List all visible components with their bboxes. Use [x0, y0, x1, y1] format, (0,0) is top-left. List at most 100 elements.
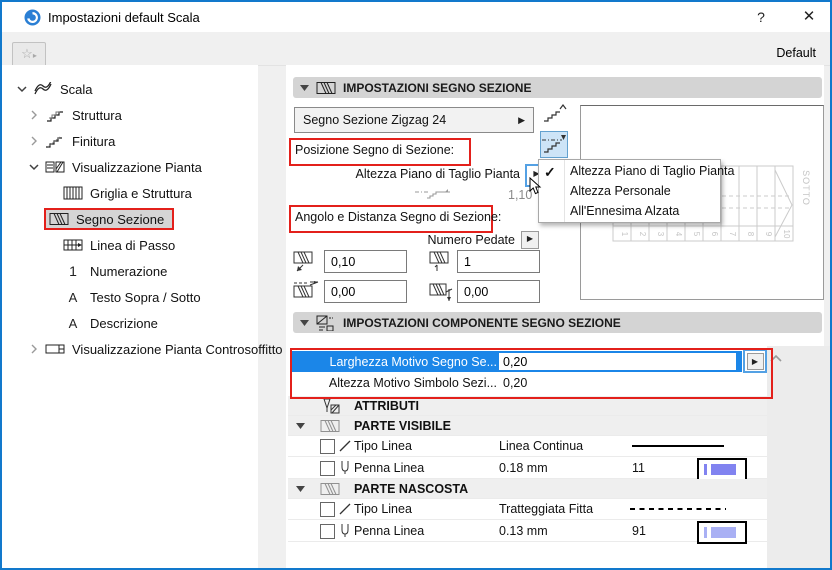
line-type-row[interactable]: Tipo Linea Linea Continua	[288, 436, 767, 457]
marker-tread-number-icon	[429, 251, 453, 273]
row-value[interactable]: Linea Continua	[499, 439, 583, 453]
attributes-header-row[interactable]: ATTRIBUTI	[288, 396, 767, 416]
component-value-input[interactable]	[499, 353, 736, 370]
walking-line-icon	[62, 238, 84, 252]
row-value[interactable]: 0.13 mm	[499, 524, 548, 538]
sotto-label: SOTTO	[801, 170, 811, 206]
tree-item-segno-sezione[interactable]: Segno Sezione	[2, 206, 300, 232]
tread-number-input[interactable]	[457, 250, 540, 273]
tree-item-struttura[interactable]: Struttura	[2, 102, 284, 128]
tree-item-label: Segno Sezione	[76, 211, 165, 227]
row-label: Tipo Linea	[354, 502, 412, 516]
check-icon: ✓	[544, 164, 556, 180]
component-row-selected[interactable]: Larghezza Motivo Segno Se...	[292, 351, 742, 372]
star-icon: ☆	[21, 46, 33, 61]
section-header-segno-sezione[interactable]: IMPOSTAZIONI SEGNO SEZIONE	[293, 77, 822, 98]
ceiling-plan-icon	[44, 342, 66, 356]
numero-pedate-flyout-button[interactable]: ▶	[521, 231, 539, 249]
line-sample-solid	[632, 445, 724, 447]
marker-position-top-button[interactable]	[540, 100, 568, 127]
line-pen-checkbox[interactable]	[320, 524, 335, 539]
component-row[interactable]: Altezza Motivo Simbolo Sezi... 0,20	[292, 373, 742, 392]
line-type-checkbox[interactable]	[320, 439, 335, 454]
chevron-right-icon[interactable]	[28, 136, 40, 146]
height-mode-label: Altezza Piano di Taglio Pianta	[355, 167, 520, 181]
title-bar: Impostazioni default Scala ? ✕	[2, 2, 830, 32]
collapse-triangle-icon[interactable]	[296, 423, 305, 429]
help-button[interactable]: ?	[744, 2, 778, 32]
menu-item-ennesima-alzata[interactable]: All'Ennesima Alzata	[539, 201, 720, 221]
chevron-down-icon[interactable]	[28, 163, 40, 171]
cut-plane-height-icon	[414, 185, 452, 202]
default-favorite-label[interactable]: Default	[776, 46, 816, 60]
line-pen-checkbox[interactable]	[320, 461, 335, 476]
tread-number: 7	[728, 232, 737, 237]
selected-tree-item-annotation: Segno Sezione	[44, 208, 175, 230]
menu-item-altezza-piano[interactable]: ✓ Altezza Piano di Taglio Pianta	[539, 161, 734, 181]
component-flyout-button[interactable]: ▶	[743, 349, 767, 373]
collapse-triangle-icon[interactable]	[296, 486, 305, 492]
tree-item-testo-sopra-sotto[interactable]: A Testo Sopra / Sotto	[2, 284, 318, 310]
tree-item-label: Visualizzazione Pianta	[72, 159, 202, 175]
tree-item-visualizzazione-pianta-controsoffitto[interactable]: Visualizzazione Pianta Controsoffitto	[2, 336, 284, 362]
marker-distance-input[interactable]	[324, 250, 407, 273]
hidden-part-title: PARTE NASCOSTA	[354, 481, 469, 496]
tread-number: 9	[764, 232, 773, 237]
grid-icon	[62, 186, 84, 200]
hidden-part-header-row[interactable]: PARTE NASCOSTA	[288, 479, 767, 499]
section-header-componente[interactable]: IMPOSTAZIONI COMPONENTE SEGNO SEZIONE	[293, 312, 822, 333]
tree-item-linea-di-passo[interactable]: Linea di Passo	[2, 232, 318, 258]
tree-item-numerazione[interactable]: 1 Numerazione	[2, 258, 318, 284]
tree-item-label: Linea di Passo	[90, 237, 176, 253]
tree-item-finitura[interactable]: Finitura	[2, 128, 284, 154]
component-label: Larghezza Motivo Segno Se...	[329, 354, 497, 369]
flyout-icon: ▸	[32, 51, 37, 60]
marker-position-bottom-button[interactable]	[540, 131, 568, 158]
tree-item-label: Scala	[60, 81, 93, 97]
scroll-up-icon[interactable]	[769, 354, 783, 363]
scrollbar-track[interactable]	[767, 346, 830, 568]
line-pen-row-hidden[interactable]: Penna Linea 0.13 mm 91	[288, 520, 767, 544]
tread-number: 3	[656, 232, 665, 237]
row-value[interactable]: 0.18 mm	[499, 461, 548, 475]
close-button[interactable]: ✕	[792, 2, 826, 32]
stair-marker-top-icon	[544, 103, 567, 122]
chevron-right-icon[interactable]	[28, 110, 40, 120]
pen-color-swatch[interactable]	[697, 521, 747, 544]
tree-item-label: Griglia e Struttura	[90, 185, 192, 201]
menu-item-label: Altezza Personale	[570, 184, 671, 198]
line-sample-dashed	[630, 508, 726, 510]
marker-angle-icon	[293, 281, 320, 303]
stair-marker-bottom-icon	[542, 134, 566, 153]
tree-item-label: Descrizione	[90, 315, 158, 331]
marker-type-combo[interactable]: Segno Sezione Zigzag 24 ▶	[294, 107, 534, 133]
tree-item-label: Finitura	[72, 133, 116, 149]
marker-angle-input[interactable]	[324, 280, 407, 303]
section-mark-icon	[320, 419, 340, 433]
menu-item-label: Altezza Piano di Taglio Pianta	[570, 164, 735, 178]
row-value[interactable]: Tratteggiata Fitta	[499, 502, 593, 516]
tree-item-visualizzazione-pianta[interactable]: Visualizzazione Pianta	[2, 154, 284, 180]
tree-item-label: Struttura	[72, 107, 122, 123]
stair-icon	[32, 82, 54, 96]
line-pen-row[interactable]: Penna Linea 0.18 mm 11	[288, 457, 767, 481]
numero-pedate-label: Numero Pedate	[427, 233, 515, 247]
tree-item-label: Testo Sopra / Sotto	[90, 289, 201, 305]
chevron-down-icon[interactable]	[16, 85, 28, 93]
visible-part-title: PARTE VISIBILE	[354, 418, 452, 433]
tree-item-griglia-e-struttura[interactable]: Griglia e Struttura	[2, 180, 318, 206]
line-type-checkbox[interactable]	[320, 502, 335, 517]
tree-item-scala[interactable]: Scala	[2, 76, 272, 102]
pen-number: 91	[632, 523, 646, 538]
collapse-triangle-icon	[300, 319, 309, 326]
line-type-row-hidden[interactable]: Tipo Linea Tratteggiata Fitta	[288, 499, 767, 520]
tree-item-label: Visualizzazione Pianta Controsoffitto	[72, 341, 283, 357]
chevron-right-icon[interactable]	[28, 344, 40, 354]
visible-part-header-row[interactable]: PARTE VISIBILE	[288, 416, 767, 436]
vertical-offset-input[interactable]	[457, 280, 540, 303]
marker-offset-down-icon	[293, 251, 320, 273]
tree-item-descrizione[interactable]: A Descrizione	[2, 310, 318, 336]
menu-item-altezza-personale[interactable]: Altezza Personale	[539, 181, 720, 201]
flyout-arrow-icon: ▶	[518, 114, 525, 125]
pen-color-swatch[interactable]	[697, 458, 747, 481]
